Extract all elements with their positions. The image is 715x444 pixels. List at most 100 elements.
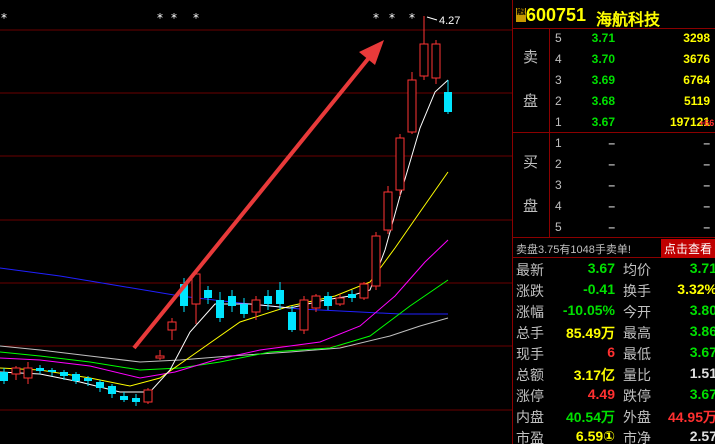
candle: [264, 290, 272, 310]
level-price: 3.68: [591, 94, 615, 108]
stock-name: 海航科技: [596, 12, 661, 29]
buy-side-label: 买 盘: [513, 133, 550, 237]
candle: [191, 270, 201, 324]
candle: [299, 296, 309, 334]
candle: [359, 282, 369, 300]
candle: [371, 232, 381, 290]
stat-value: 6.59①: [575, 428, 615, 444]
level-price: 3.69: [591, 73, 615, 87]
sell-level-3[interactable]: 3 3.69 6764: [549, 70, 715, 91]
buy-level-1[interactable]: 1– –: [549, 133, 715, 154]
stat-value: 4.49: [587, 386, 615, 402]
candle: [204, 286, 212, 304]
candle: [276, 282, 284, 310]
level-volume: 6764: [683, 73, 710, 87]
quote-stat-row: 涨幅 -10.05% 今开 3.80: [513, 300, 715, 321]
stat-value: 44.95万: [667, 409, 715, 425]
stat-value: 3.71: [689, 260, 715, 276]
stock-code: 600751: [526, 5, 587, 25]
quote-stat-row: 涨停 4.49 跌停 3.67: [513, 384, 715, 405]
level-change: +66: [699, 118, 715, 128]
level-volume: 197121: [669, 115, 710, 129]
order-alert: 卖盘3.75有1048手卖单! 点击查看: [513, 237, 715, 258]
level-price: –: [608, 157, 615, 171]
level-volume: 3298: [683, 31, 710, 45]
candle: [155, 350, 165, 360]
buy-level-3[interactable]: 3– –: [549, 175, 715, 196]
stat-value: 85.49万: [565, 325, 615, 341]
level-volume: –: [703, 157, 710, 171]
info-marker[interactable]: *: [1, 11, 7, 25]
sell-level-2[interactable]: 2 3.68 5119: [549, 91, 715, 112]
candle: [143, 388, 153, 404]
candle: [11, 366, 21, 380]
buy-level-2[interactable]: 2– –: [549, 154, 715, 175]
candle: [348, 290, 356, 302]
quote-stat-row: 现手 6 最低 3.67: [513, 342, 715, 363]
quote-stat-row: 总额 3.17亿 量比 1.51: [513, 363, 715, 384]
buy-level-5[interactable]: 5– –: [549, 217, 715, 238]
quote-stat-row: 涨跌 -0.41 换手 3.32%: [513, 279, 715, 300]
stat-value: 3.80: [689, 302, 715, 318]
level-volume: 3676: [683, 52, 710, 66]
quote-stat-row: 总手 85.49万 最高 3.86: [513, 321, 715, 342]
sell-orderbook: 卖 盘 5 3.71 3298 4 3.70 3676 3 3.69 6764 2 3.68 5119…: [513, 28, 715, 133]
info-marker[interactable]: *: [193, 11, 199, 25]
candle: [132, 394, 140, 406]
sell-level-1[interactable]: 1 3.67 197121 +66: [549, 112, 715, 133]
candle: [419, 16, 429, 80]
stat-value: 3.86: [689, 323, 715, 339]
quote-stat-row: 最新 3.67 均价 3.71: [513, 258, 715, 279]
high-price-label: 4.27: [439, 15, 460, 27]
stat-value: -10.05%: [562, 302, 615, 318]
level-volume: 5119: [683, 94, 710, 108]
candle: [444, 80, 452, 114]
margin-badge: 融: [516, 7, 526, 22]
stat-value: 1.51: [689, 365, 715, 381]
stat-value: 2.57: [689, 428, 715, 444]
candle: [383, 186, 393, 234]
order-alert-text: 卖盘3.75有1048手卖单!: [516, 244, 631, 256]
candle: [0, 368, 8, 384]
sell-side-label: 卖 盘: [513, 28, 550, 132]
candle: [407, 72, 417, 134]
candle: [228, 290, 236, 312]
candle: [23, 362, 33, 384]
candle: [167, 318, 177, 340]
candle: [96, 380, 104, 392]
candle: [120, 392, 128, 402]
candle: [36, 365, 44, 374]
trend-arrow-head: [359, 40, 384, 65]
info-marker[interactable]: *: [373, 11, 379, 25]
candlestick-chart[interactable]: * * * * * * * 4.27: [0, 0, 512, 444]
candle: [431, 40, 441, 84]
level-price: 3.70: [591, 52, 615, 66]
info-marker[interactable]: *: [389, 11, 395, 25]
info-marker[interactable]: *: [171, 11, 177, 25]
candle: [48, 368, 56, 376]
level-price: –: [608, 178, 615, 192]
view-alert-button[interactable]: 点击查看: [660, 239, 715, 258]
stat-value: 3.32%: [677, 281, 715, 297]
stat-value: 3.67: [587, 260, 615, 276]
high-price-pointer: [426, 16, 438, 21]
level-volume: –: [703, 136, 710, 150]
level-volume: –: [703, 199, 710, 213]
quote-stat-row: 市盈 6.59① 市净 2.57: [513, 426, 715, 444]
level-volume: –: [703, 178, 710, 192]
stock-title-bar: 融 600751 海航科技: [513, 2, 715, 29]
info-marker[interactable]: *: [409, 11, 415, 25]
info-marker[interactable]: *: [157, 11, 163, 25]
buy-level-4[interactable]: 4– –: [549, 196, 715, 217]
level-price: 3.71: [591, 31, 615, 45]
level-price: 3.67: [591, 115, 615, 129]
sell-level-4[interactable]: 4 3.70 3676: [549, 49, 715, 70]
stat-value: 3.67: [689, 386, 715, 402]
quote-panel: 融 600751 海航科技 卖 盘 5 3.71 3298 4 3.70 3676 3 3.6…: [512, 0, 715, 444]
candle: [335, 294, 345, 306]
ma60-line: [0, 317, 449, 363]
level-price: –: [608, 220, 615, 234]
quote-stat-row: 内盘 40.54万 外盘 44.95万: [513, 405, 715, 426]
sell-level-5[interactable]: 5 3.71 3298: [549, 28, 715, 49]
stat-value: -0.41: [583, 281, 615, 297]
